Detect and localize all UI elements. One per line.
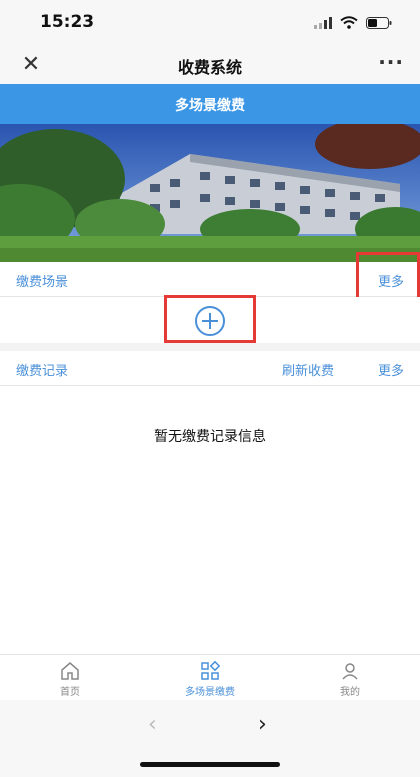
scenes-label: 缴费场景 — [16, 275, 69, 290]
records-label: 缴费记录 — [16, 364, 69, 379]
subheader-title: 多场景缴费 — [175, 98, 245, 114]
forward-chevron-icon[interactable]: › — [258, 712, 267, 737]
home-indicator[interactable] — [140, 762, 280, 767]
status-icons — [314, 16, 392, 29]
back-chevron-icon[interactable]: ‹ — [148, 712, 157, 737]
tab-multi-scene-payment[interactable]: 多场景缴费 — [140, 655, 280, 701]
tab-mine[interactable]: 我的 — [280, 655, 420, 701]
campus-illustration — [0, 124, 420, 262]
grid-icon — [201, 661, 220, 680]
refresh-fees-link[interactable]: 刷新收费 — [282, 360, 334, 379]
tab-multi-scene-label: 多场景缴费 — [185, 687, 235, 698]
status-bar: 15:23 — [0, 0, 420, 46]
tab-home[interactable]: 首页 — [0, 655, 140, 701]
tab-mine-label: 我的 — [340, 687, 360, 698]
user-icon — [342, 663, 358, 680]
home-icon — [61, 662, 79, 680]
page-title: 收费系统 — [177, 58, 242, 77]
tab-home-label: 首页 — [60, 687, 80, 698]
battery-icon — [366, 16, 392, 29]
empty-records-message: 暂无缴费记录信息 — [154, 429, 266, 445]
campus-banner-image — [0, 124, 420, 262]
signal-icon — [314, 16, 332, 29]
wifi-icon — [340, 16, 358, 29]
more-menu-button[interactable]: ··· — [378, 50, 404, 74]
records-header: 缴费记录 刷新收费 更多 — [0, 351, 420, 386]
tab-bar: 首页 多场景缴费 我的 — [0, 654, 420, 701]
section-divider — [0, 343, 420, 351]
nav-bar: ✕ 收费系统 ··· — [0, 46, 420, 85]
subheader: 多场景缴费 — [0, 84, 420, 124]
records-more-link[interactable]: 更多 — [378, 360, 404, 379]
highlight-box-add — [164, 295, 256, 343]
status-time: 15:23 — [40, 12, 95, 32]
